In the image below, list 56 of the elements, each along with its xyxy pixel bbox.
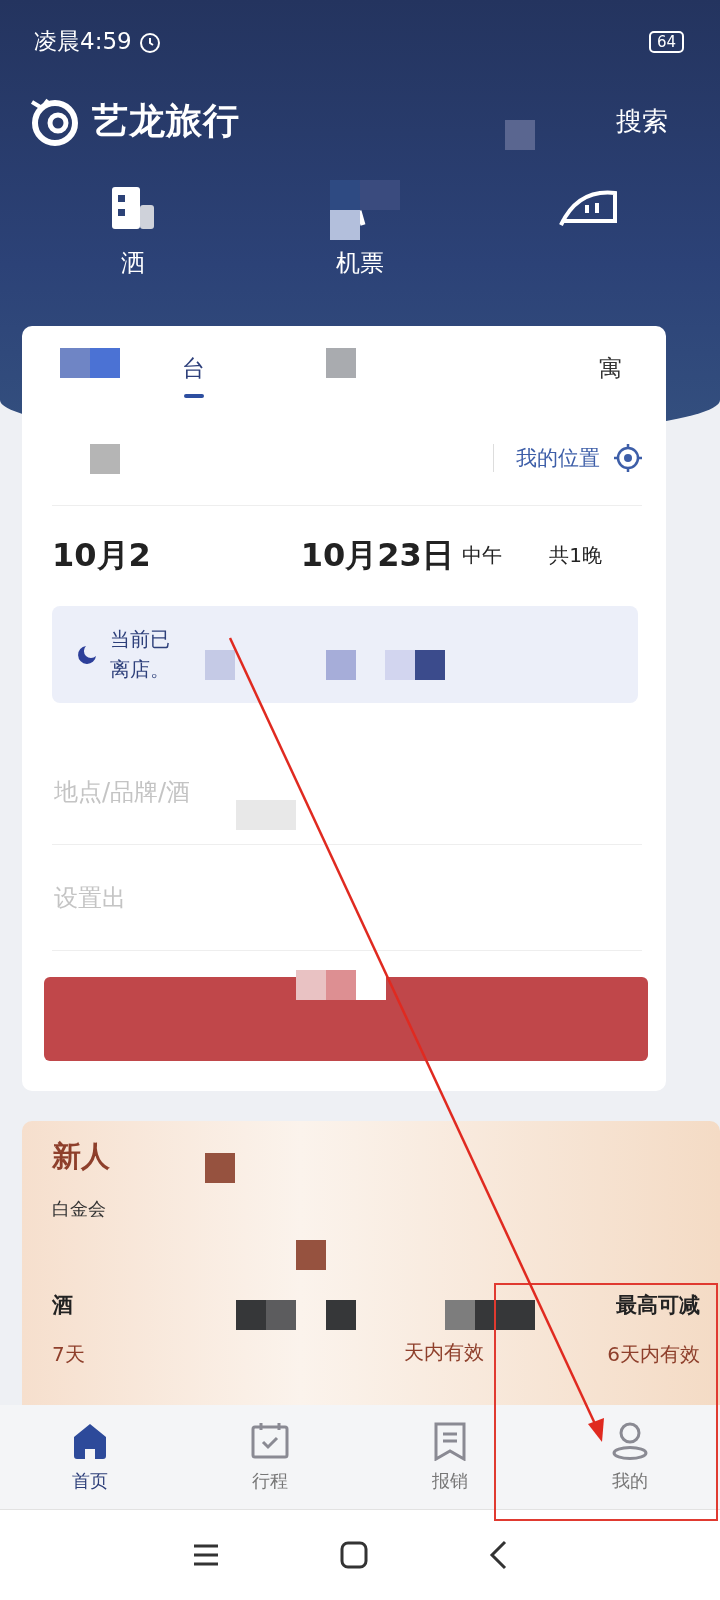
search-field[interactable]: 设置出 — [52, 845, 642, 952]
mosaic-block — [296, 970, 326, 1000]
mosaic-block — [60, 348, 90, 378]
receipt-icon — [432, 1421, 468, 1462]
nights-count: 共1晚 — [549, 542, 602, 570]
coupon-validity: 天内有效 — [404, 1339, 484, 1367]
calendar-icon — [250, 1421, 290, 1462]
coupon-validity: 7天 — [52, 1341, 85, 1369]
mosaic-block — [205, 1153, 235, 1183]
nav-tab[interactable]: 我的 — [540, 1405, 720, 1510]
locate-icon[interactable] — [614, 443, 642, 472]
mosaic-block — [360, 180, 400, 210]
booking-tab[interactable]: 台 — [182, 326, 205, 411]
back-icon[interactable] — [488, 1540, 508, 1571]
nav-tab[interactable]: 行程 — [180, 1405, 360, 1510]
booking-tab[interactable]: 寓 — [599, 326, 622, 411]
notice-text: 离店。 — [110, 656, 170, 684]
mosaic-block — [330, 210, 360, 240]
promo-title: 新人 — [52, 1138, 110, 1176]
home-button-icon[interactable] — [340, 1541, 368, 1570]
mosaic-block — [330, 180, 360, 210]
mosaic-block — [505, 120, 535, 150]
check-out-date[interactable]: 10月23日 — [300, 533, 454, 578]
coupon-validity: 6天内有效 — [607, 1341, 700, 1369]
coupon-name: 最高可减 — [616, 1292, 700, 1320]
status-time: 凌晨4:59 — [34, 27, 132, 57]
brand-name: 艺龙旅行 — [92, 98, 240, 143]
category-label[interactable]: 机票 — [336, 247, 384, 280]
battery-level: 64 — [648, 30, 684, 53]
mosaic-block — [296, 1240, 326, 1270]
check-out-note: 中午 — [461, 542, 502, 570]
nav-tab[interactable]: 报销 — [360, 1405, 540, 1510]
mosaic-block — [236, 1300, 266, 1330]
profile-icon — [610, 1421, 650, 1462]
search-button[interactable] — [44, 977, 648, 1062]
mosaic-block — [415, 650, 445, 680]
nav-tab[interactable]: 首页 — [0, 1405, 180, 1510]
mosaic-block — [205, 650, 235, 680]
mosaic-block — [326, 1300, 356, 1330]
menu-icon[interactable] — [192, 1543, 220, 1568]
my-location-link[interactable]: 我的位置 — [493, 443, 600, 472]
member-label: 白金会 — [52, 1197, 106, 1222]
coupon-name: 酒 — [52, 1292, 73, 1320]
category-label[interactable]: 洒 — [121, 247, 146, 280]
search-field[interactable]: 地点/品牌/酒 — [52, 739, 642, 846]
mosaic-block — [326, 650, 356, 680]
search-link[interactable]: 搜索 — [616, 103, 668, 139]
notice-text: 当前已 — [110, 626, 170, 654]
mosaic-block — [326, 970, 356, 1000]
mosaic-block — [90, 444, 120, 474]
mosaic-block — [385, 650, 415, 680]
hotel-icon — [110, 185, 157, 232]
mosaic-block — [326, 348, 356, 378]
check-in-date[interactable]: 10月2 — [52, 533, 151, 578]
mosaic-block — [90, 348, 120, 378]
mosaic-block — [266, 1300, 296, 1330]
